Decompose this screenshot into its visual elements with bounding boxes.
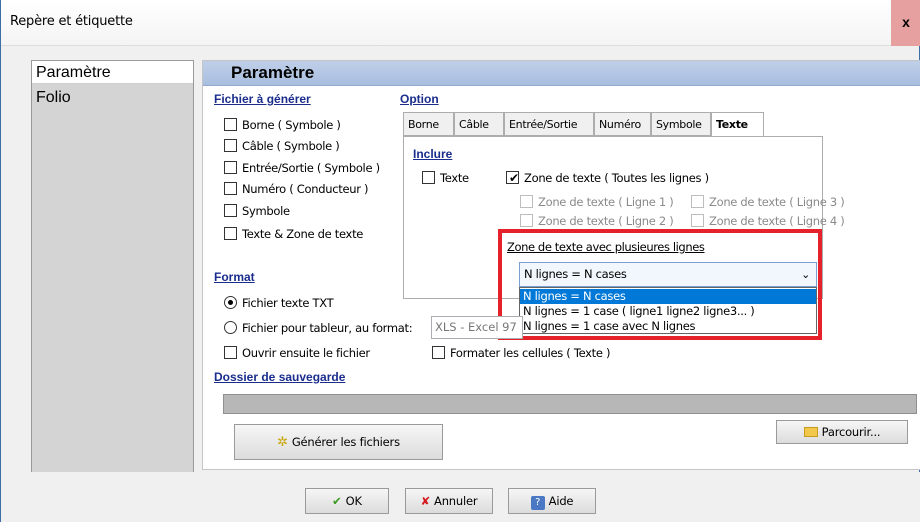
- tab-symbole[interactable]: Symbole: [651, 112, 711, 136]
- section-fichier: Fichier à générer: [214, 92, 311, 106]
- nav-item-parametre[interactable]: Paramètre: [32, 61, 193, 84]
- tab-texte[interactable]: Texte: [711, 112, 764, 137]
- dropdown-option[interactable]: N lignes = 1 case avec N lignes: [520, 319, 816, 334]
- dialog-window: Repère et étiquette x Paramètre Folio Pa…: [0, 0, 920, 522]
- footer-bar: ✔ OK ✘ Annuler ? Aide: [1, 472, 920, 522]
- multiline-label: Zone de texte avec plusieures lignes: [507, 240, 705, 254]
- ok-button[interactable]: ✔ OK: [305, 488, 389, 514]
- cancel-button[interactable]: ✘ Annuler: [405, 488, 493, 514]
- chevron-down-icon[interactable]: ⌄: [801, 263, 810, 286]
- window-title: Repère et étiquette: [10, 14, 133, 29]
- dropdown-option[interactable]: N lignes = 1 case ( ligne1 ligne2 ligne3…: [520, 304, 816, 319]
- checkmark-icon: ✔: [332, 494, 342, 508]
- browse-button[interactable]: Parcourir...: [776, 420, 908, 444]
- page-title: Paramètre: [231, 63, 315, 82]
- xls-format-select[interactable]: XLS - Excel 97: [431, 316, 523, 339]
- title-bar: Repère et étiquette x: [1, 0, 920, 46]
- help-icon: ?: [530, 496, 545, 510]
- multiline-select-value: N lignes = N cases: [524, 267, 627, 281]
- section-dossier: Dossier de sauvegarde: [214, 370, 346, 384]
- folder-icon: [803, 427, 818, 437]
- generate-files-button[interactable]: ✲ Générer les fichiers: [234, 424, 443, 460]
- tab-entree-sortie[interactable]: Entrée/Sortie: [504, 112, 594, 136]
- nav-item-folio[interactable]: Folio: [32, 86, 193, 109]
- tab-borne[interactable]: Borne: [403, 112, 454, 136]
- section-format: Format: [214, 270, 255, 284]
- cancel-x-icon: ✘: [420, 494, 431, 508]
- help-button[interactable]: ? Aide: [508, 488, 596, 514]
- tab-numero[interactable]: Numéro: [594, 112, 651, 136]
- close-button[interactable]: x: [891, 0, 920, 46]
- tab-cable[interactable]: Câble: [454, 112, 504, 136]
- dropdown-option[interactable]: N lignes = N cases: [520, 289, 816, 304]
- multiline-select[interactable]: N lignes = N cases ⌄: [519, 262, 817, 287]
- nav-panel: Paramètre Folio: [31, 60, 194, 474]
- checkmark-icon: ✔: [509, 171, 519, 185]
- header-bar: Paramètre: [203, 61, 920, 86]
- multiline-dropdown: N lignes = N cases N lignes = 1 case ( l…: [519, 287, 817, 334]
- gears-icon: ✲: [277, 435, 288, 450]
- section-option: Option: [400, 92, 439, 106]
- save-path-field[interactable]: [223, 394, 917, 414]
- section-inclure: Inclure: [413, 147, 453, 161]
